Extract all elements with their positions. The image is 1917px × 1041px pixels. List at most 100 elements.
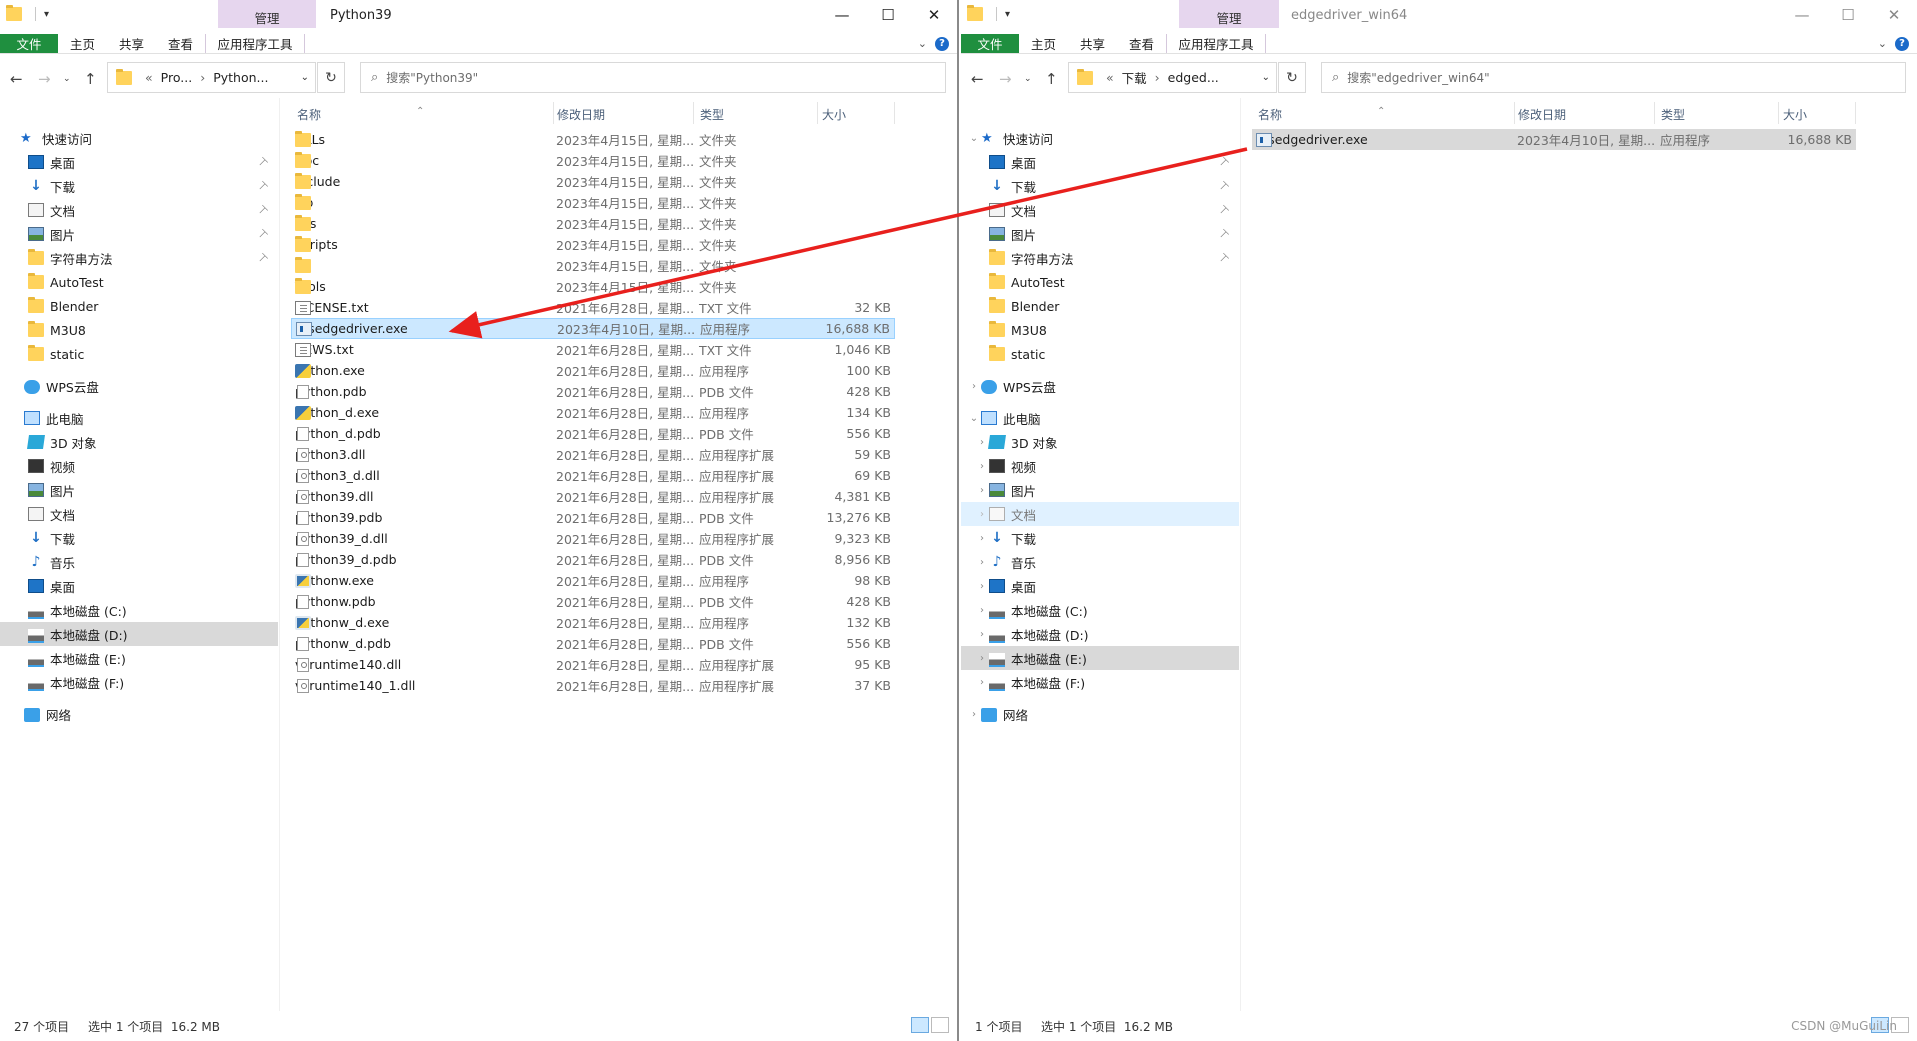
column-header-size[interactable]: 大小 [822, 106, 846, 123]
breadcrumb-separator[interactable]: › [1155, 70, 1160, 85]
tab-view[interactable]: 查看 [156, 34, 205, 53]
breadcrumb-item[interactable]: Python... [213, 70, 268, 85]
column-header-name[interactable]: 名称 [297, 106, 321, 123]
nav-item-music-icon[interactable]: ♪ 音乐 [0, 550, 278, 574]
file-row[interactable]: python39_d.dll 2021年6月28日, 星期... 应用程序扩展 9,3… [291, 528, 895, 549]
help-icon[interactable]: ? [1895, 36, 1909, 51]
chevron-right-icon[interactable]: › [975, 461, 989, 472]
file-row[interactable]: pythonw_d.pdb 2021年6月28日, 星期... PDB 文件 556 … [291, 633, 895, 654]
nav-item-folder-icon[interactable]: M3U8 [961, 318, 1239, 342]
file-row[interactable]: vcruntime140.dll 2021年6月28日, 星期... 应用程序扩展 9… [291, 654, 895, 675]
forward-arrow-icon[interactable]: → [999, 70, 1012, 88]
chevron-down-icon[interactable]: ⌄ [967, 413, 981, 424]
nav-item-desktop-icon[interactable]: 桌面 [0, 574, 278, 598]
pin-icon[interactable]: ⊣ [1216, 178, 1232, 194]
breadcrumb-item[interactable]: 下载 [1122, 68, 1147, 87]
refresh-button[interactable]: ↻ [1278, 62, 1306, 93]
pin-icon[interactable]: ⊣ [255, 250, 271, 266]
file-row[interactable]: python.pdb 2021年6月28日, 星期... PDB 文件 428 KB [291, 381, 895, 402]
title-bar[interactable]: ▾ 管理 edgedriver_win64 — ☐ ✕ [961, 0, 1917, 34]
chevron-down-icon[interactable]: ⌄ [301, 72, 309, 83]
file-row[interactable]: python3_d.dll 2021年6月28日, 星期... 应用程序扩展 69 K… [291, 465, 895, 486]
chevron-right-icon[interactable]: › [975, 629, 989, 640]
nav-item-video-icon[interactable]: › 视频 [961, 454, 1239, 478]
chevron-down-icon[interactable]: ⌄ [1262, 72, 1270, 83]
minimize-button[interactable]: — [1779, 0, 1825, 30]
file-row[interactable]: DLLs 2023年4月15日, 星期... 文件夹 [291, 129, 895, 150]
chevron-right-icon[interactable]: › [975, 677, 989, 688]
file-row[interactable]: include 2023年4月15日, 星期... 文件夹 [291, 171, 895, 192]
chevron-right-icon[interactable]: › [975, 653, 989, 664]
customize-toolbar-dropdown[interactable]: ▾ [1005, 9, 1010, 20]
minimize-button[interactable]: — [819, 0, 865, 30]
file-row[interactable]: Lib 2023年4月15日, 星期... 文件夹 [291, 192, 895, 213]
recent-locations-dropdown[interactable]: ⌄ [1024, 74, 1032, 84]
nav-item-picture-icon[interactable]: 图片 ⊣ [0, 222, 278, 246]
pin-icon[interactable]: ⊣ [255, 178, 271, 194]
file-row[interactable]: NEWS.txt 2021年6月28日, 星期... TXT 文件 1,046 KB [291, 339, 895, 360]
nav-item-wps-cloud[interactable]: › WPS云盘 [961, 374, 1239, 398]
nav-item-document-icon[interactable]: 文档 [0, 502, 278, 526]
nav-item-music-icon[interactable]: › ♪ 音乐 [961, 550, 1239, 574]
details-view-button[interactable] [911, 1017, 929, 1033]
nav-item-download-icon[interactable]: › ↓ 下载 [961, 526, 1239, 550]
nav-item-desktop-icon[interactable]: 桌面 ⊣ [0, 150, 278, 174]
nav-item-download-icon[interactable]: ↓ 下载 ⊣ [0, 174, 278, 198]
nav-item-drive-icon[interactable]: › 本地磁盘 (D:) [961, 622, 1239, 646]
nav-item-download-icon[interactable]: ↓ 下载 ⊣ [961, 174, 1239, 198]
file-row[interactable]: pythonw.pdb 2021年6月28日, 星期... PDB 文件 428 KB [291, 591, 895, 612]
nav-item-desktop-icon[interactable]: › 桌面 [961, 574, 1239, 598]
nav-item-drive-icon[interactable]: 本地磁盘 (D:) [0, 622, 278, 646]
address-bar[interactable]: « Pro... › Python... ⌄ [107, 62, 316, 93]
file-row[interactable]: Doc 2023年4月15日, 星期... 文件夹 [291, 150, 895, 171]
nav-item-folder-icon[interactable]: 字符串方法 ⊣ [961, 246, 1239, 270]
tab-app-tools[interactable]: 应用程序工具 [205, 34, 306, 53]
nav-item-desktop-icon[interactable]: 桌面 ⊣ [961, 150, 1239, 174]
nav-item-3d-objects-icon[interactable]: › 3D 对象 [961, 430, 1239, 454]
nav-item-quick-access[interactable]: ★ 快速访问 [0, 126, 278, 150]
chevron-right-icon[interactable]: › [967, 709, 981, 720]
nav-item-document-icon[interactable]: 文档 ⊣ [0, 198, 278, 222]
manage-context-tab[interactable]: 管理 [218, 0, 316, 28]
nav-item-network[interactable]: › 网络 [961, 702, 1239, 726]
chevron-right-icon[interactable]: › [975, 509, 989, 520]
up-arrow-icon[interactable]: ↑ [84, 70, 97, 88]
nav-item-folder-icon[interactable]: static [0, 342, 278, 366]
nav-item-wps-cloud[interactable]: WPS云盘 [0, 374, 278, 398]
file-row[interactable]: python_d.pdb 2021年6月28日, 星期... PDB 文件 556 K… [291, 423, 895, 444]
pin-icon[interactable]: ⊣ [255, 226, 271, 242]
chevron-down-icon[interactable]: ⌄ [918, 37, 927, 50]
nav-item-3d-objects-icon[interactable]: 3D 对象 [0, 430, 278, 454]
breadcrumb-overflow[interactable]: « [1106, 70, 1114, 85]
file-row[interactable]: pythonw.exe 2021年6月28日, 星期... 应用程序 98 KB [291, 570, 895, 591]
file-row[interactable]: vcruntime140_1.dll 2021年6月28日, 星期... 应用程序扩… [291, 675, 895, 696]
pin-icon[interactable]: ⊣ [1216, 154, 1232, 170]
column-header-type[interactable]: 类型 [1661, 106, 1685, 123]
chevron-right-icon[interactable]: › [967, 381, 981, 392]
nav-item-network[interactable]: 网络 [0, 702, 278, 726]
chevron-right-icon[interactable]: › [975, 557, 989, 568]
file-row[interactable]: python.exe 2021年6月28日, 星期... 应用程序 100 KB [291, 360, 895, 381]
manage-context-tab[interactable]: 管理 [1179, 0, 1279, 28]
pin-icon[interactable]: ⊣ [255, 202, 271, 218]
file-row[interactable]: python39.dll 2021年6月28日, 星期... 应用程序扩展 4,381… [291, 486, 895, 507]
large-icons-view-button[interactable] [931, 1017, 949, 1033]
nav-item-picture-icon[interactable]: › 图片 [961, 478, 1239, 502]
nav-item-document-icon[interactable]: 文档 ⊣ [961, 198, 1239, 222]
close-button[interactable]: ✕ [1871, 0, 1917, 30]
chevron-down-icon[interactable]: ⌄ [1878, 37, 1887, 50]
help-icon[interactable]: ? [935, 36, 949, 51]
nav-item-video-icon[interactable]: 视频 [0, 454, 278, 478]
tab-home[interactable]: 主页 [1019, 34, 1068, 53]
nav-item-picture-icon[interactable]: 图片 [0, 478, 278, 502]
nav-item-folder-icon[interactable]: 字符串方法 ⊣ [0, 246, 278, 270]
tab-share[interactable]: 共享 [1068, 34, 1117, 53]
file-row[interactable]: libs 2023年4月15日, 星期... 文件夹 [291, 213, 895, 234]
column-header-size[interactable]: 大小 [1783, 106, 1807, 123]
up-arrow-icon[interactable]: ↑ [1045, 70, 1058, 88]
column-header-name[interactable]: 名称 [1258, 106, 1282, 123]
nav-item-folder-icon[interactable]: Blender [961, 294, 1239, 318]
back-arrow-icon[interactable]: ← [10, 70, 23, 88]
nav-item-picture-icon[interactable]: 图片 ⊣ [961, 222, 1239, 246]
nav-item-drive-icon[interactable]: 本地磁盘 (F:) [0, 670, 278, 694]
